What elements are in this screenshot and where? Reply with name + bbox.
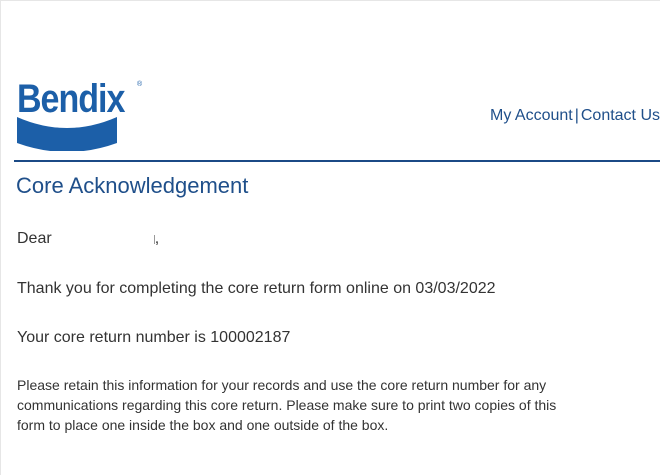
instructions-paragraph: Please retain this information for your … <box>17 377 557 433</box>
logo-swoosh-icon <box>17 117 117 151</box>
link-separator: | <box>574 107 579 124</box>
greeting-line: Dear, <box>17 230 159 248</box>
page-title: Core Acknowledgement <box>16 173 249 198</box>
contact-us-link[interactable]: Contact Us <box>581 107 660 124</box>
core-return-number: Your core return number is 100002187 <box>17 329 291 346</box>
bendix-logo: Bendix ® <box>17 79 143 151</box>
greeting-comma: , <box>154 230 160 247</box>
email-body: Bendix ® My Account | Contact Us Core Ackn… <box>0 0 660 475</box>
greeting-text: Dear <box>17 230 52 247</box>
header-divider <box>14 160 660 162</box>
registered-mark: ® <box>137 81 143 88</box>
header-links: My Account | Contact Us <box>490 107 660 125</box>
logo-wordmark: Bendix <box>17 76 125 122</box>
my-account-link[interactable]: My Account <box>490 107 573 124</box>
thank-you-text: Thank you for completing the core return… <box>17 280 496 297</box>
